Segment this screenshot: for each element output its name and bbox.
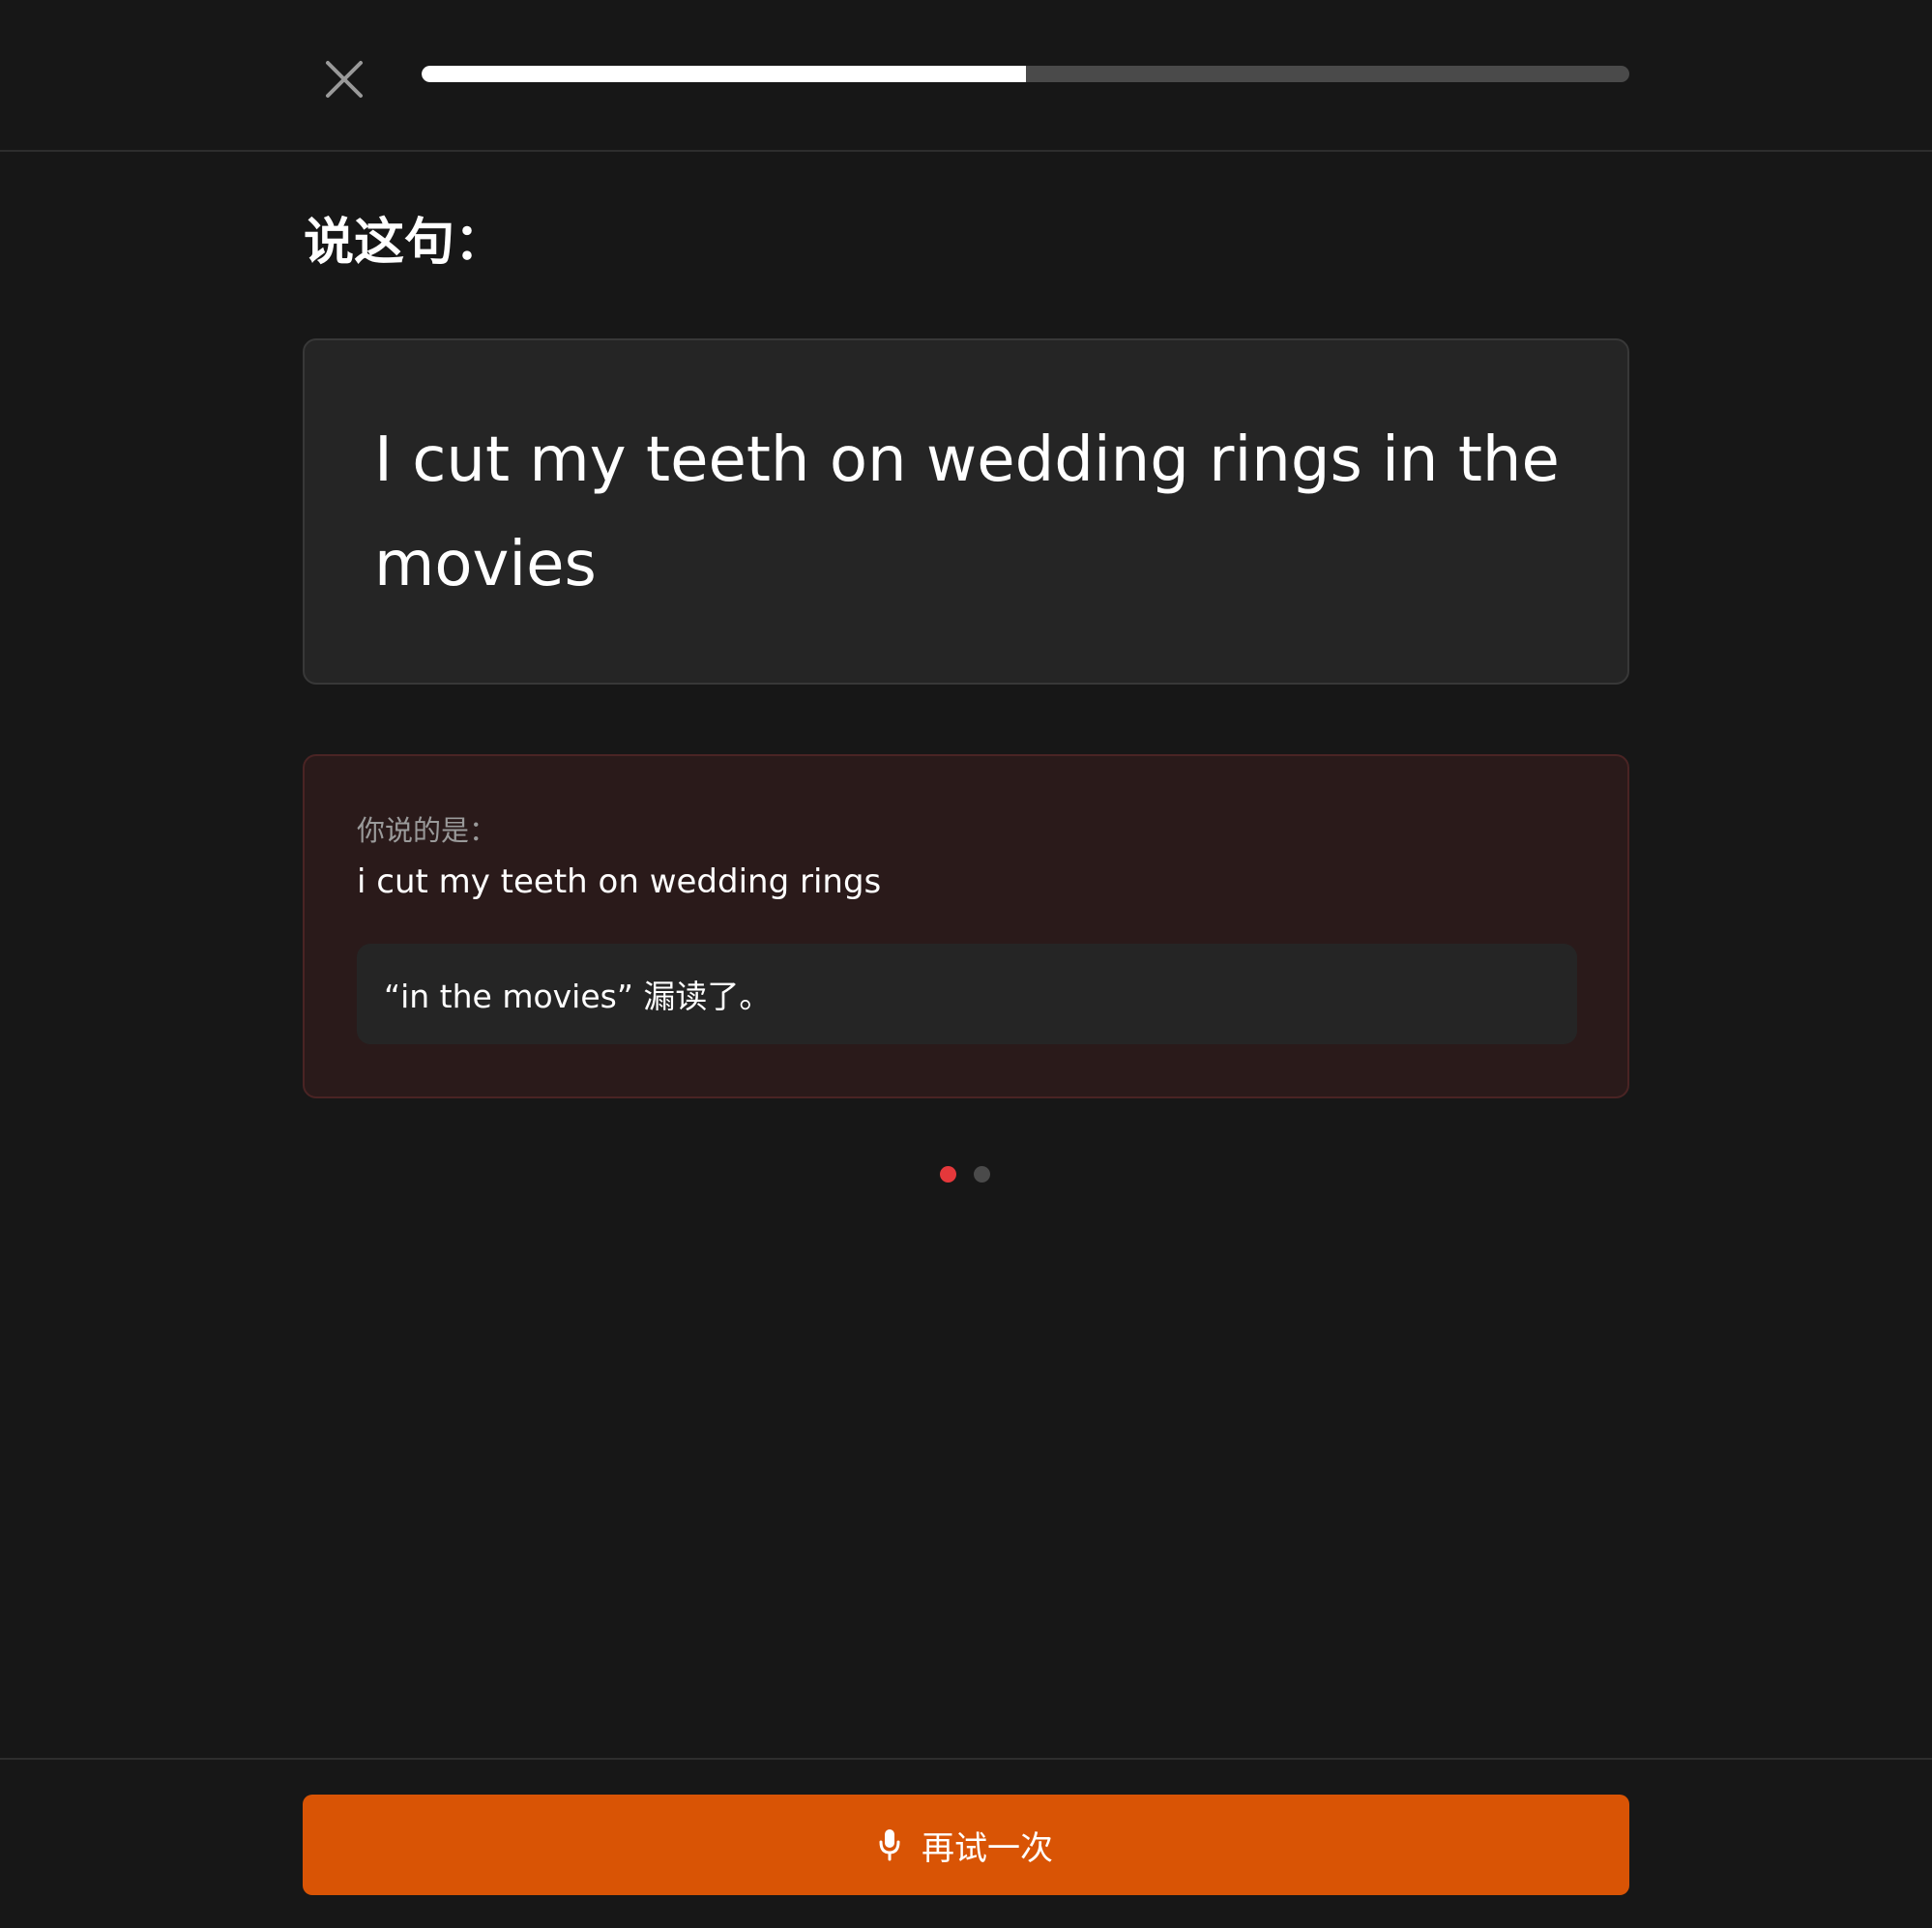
page-dot-active: [940, 1166, 956, 1183]
page-title: 说这句：: [304, 214, 506, 272]
target-sentence: I cut my teeth on wedding rings in the m…: [374, 424, 1560, 600]
close-icon: [326, 61, 363, 98]
feedback-box: “in the movies” 漏读了。: [357, 944, 1577, 1044]
microphone-icon: [879, 1828, 900, 1861]
progress-bar-fill: [422, 66, 1026, 82]
page-indicator: [940, 1166, 990, 1183]
recognized-transcript: i cut my teeth on wedding rings: [357, 862, 882, 901]
feedback-message: “in the movies” 漏读了。: [384, 978, 772, 1015]
top-bar: [0, 0, 1932, 152]
retry-button-label: 再试一次: [922, 1829, 1053, 1867]
recognition-result-card: 你说的是： i cut my teeth on wedding rings “i…: [303, 754, 1629, 1098]
page-dot: [974, 1166, 990, 1183]
close-button[interactable]: [315, 50, 373, 108]
target-sentence-card: I cut my teeth on wedding rings in the m…: [303, 338, 1629, 685]
progress-bar: [422, 66, 1629, 82]
you-said-label: 你说的是：: [357, 814, 498, 847]
retry-button[interactable]: 再试一次: [303, 1795, 1629, 1895]
